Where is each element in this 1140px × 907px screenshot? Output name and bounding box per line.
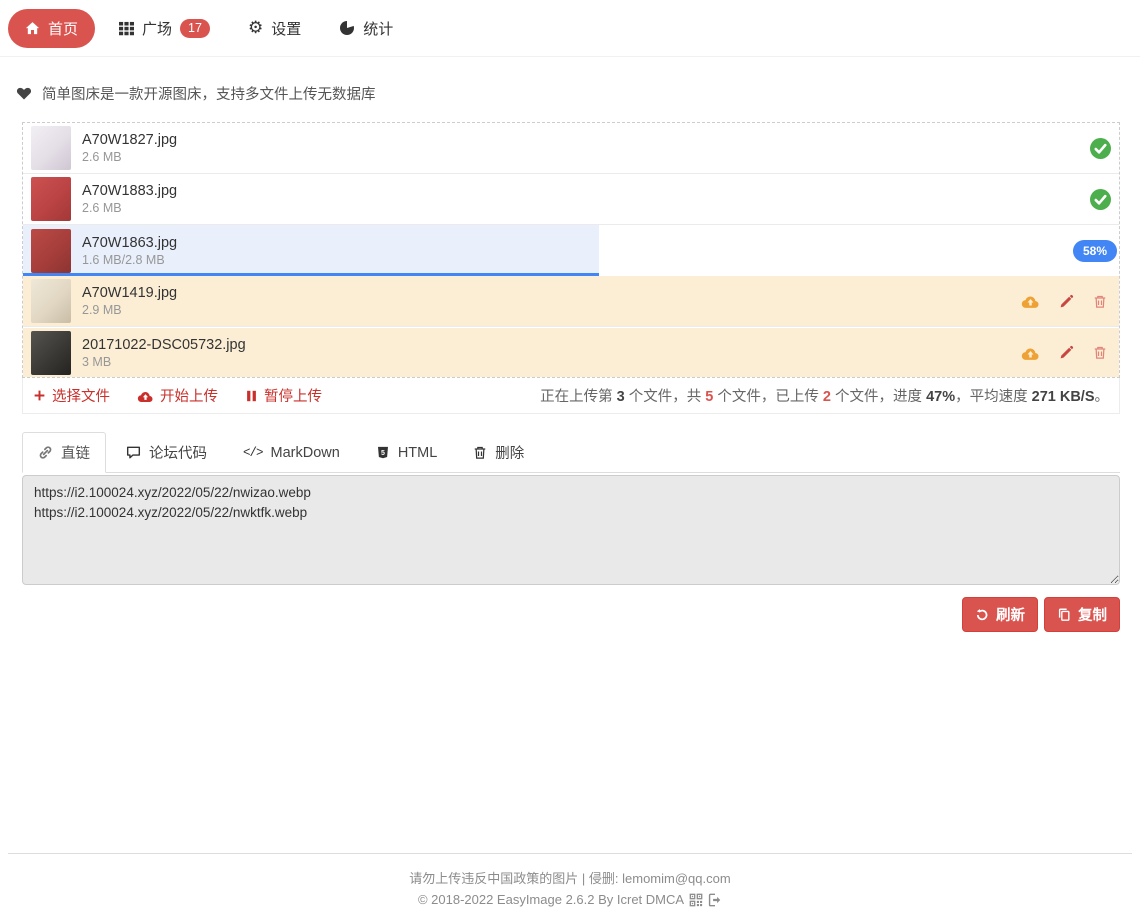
top-nav: 首页 广场 17 ⚙ 设置 统计 (0, 0, 1140, 57)
home-icon (25, 21, 40, 36)
html5-icon: 5 (376, 445, 390, 460)
footer-copyright: © 2018-2022 EasyImage 2.6.2 By Icret DMC… (418, 892, 684, 907)
output-actions: 刷新 复制 (0, 597, 1120, 632)
file-name: A70W1827.jpg (82, 132, 177, 148)
file-size: 3 MB (82, 356, 246, 369)
plus-icon (33, 389, 46, 402)
nav-item-gallery[interactable]: 广场 17 (105, 9, 224, 48)
uploaded-files-number: 2 (823, 389, 831, 405)
pie-chart-icon (339, 20, 355, 36)
tab-direct-link[interactable]: 直链 (22, 432, 106, 473)
check-circle-icon (1090, 138, 1111, 159)
nav-item-label: 广场 (142, 18, 172, 39)
footer-policy-line: 请勿上传违反中国政策的图片 | 侵删: lemomim@qq.com (8, 868, 1132, 887)
start-upload-button[interactable]: 开始上传 (137, 385, 218, 406)
comment-icon (126, 445, 141, 460)
upload-dropzone[interactable]: A70W1827.jpg 2.6 MB A70W1883.jpg 2.6 MB (22, 122, 1120, 378)
intro-line: 简单图床是一款开源图床，支持多文件上传无数据库 (16, 83, 1140, 104)
nav-item-label: 设置 (271, 18, 301, 39)
file-thumbnail (31, 229, 71, 273)
file-row-queued: A70W1419.jpg 2.9 MB (23, 276, 1119, 327)
file-size: 2.6 MB (82, 151, 177, 164)
file-name: A70W1883.jpg (82, 183, 177, 199)
qrcode-icon[interactable] (689, 893, 703, 907)
tab-delete[interactable]: 删除 (457, 432, 540, 473)
nav-item-settings[interactable]: ⚙ 设置 (234, 9, 315, 48)
cloud-upload-icon[interactable] (1021, 293, 1040, 309)
progress-percent-badge: 58% (1073, 240, 1117, 262)
file-row: A70W1827.jpg 2.6 MB (23, 123, 1119, 174)
grid-icon (119, 21, 134, 36)
copy-icon (1057, 607, 1071, 622)
heart-icon (16, 86, 32, 101)
file-thumbnail (31, 331, 71, 375)
sign-out-icon[interactable] (708, 893, 722, 907)
file-size: 2.6 MB (82, 202, 177, 215)
file-thumbnail (31, 177, 71, 221)
file-row-uploading: A70W1863.jpg 1.6 MB/2.8 MB 58% (23, 225, 1119, 276)
edit-pencil-icon[interactable] (1059, 345, 1074, 360)
average-speed: 271 KB/S (1032, 389, 1095, 405)
code-icon: </> (243, 446, 263, 460)
file-size: 2.9 MB (82, 304, 177, 317)
trash-icon[interactable] (1093, 294, 1107, 309)
trash-icon (473, 445, 487, 460)
copy-button[interactable]: 复制 (1044, 597, 1120, 632)
pause-upload-button[interactable]: 暂停上传 (245, 385, 322, 406)
select-files-button[interactable]: 选择文件 (33, 385, 110, 406)
svg-text:5: 5 (381, 450, 385, 457)
cloud-upload-icon[interactable] (1021, 345, 1040, 361)
page-footer: 请勿上传违反中国政策的图片 | 侵删: lemomim@qq.com © 201… (8, 853, 1132, 907)
tab-forum-code[interactable]: 论坛代码 (110, 432, 223, 473)
file-size: 1.6 MB/2.8 MB (82, 254, 177, 267)
links-output-textarea[interactable]: https://i2.100024.xyz/2022/05/22/nwizao.… (22, 475, 1120, 585)
output-tabs: 直链 论坛代码 </> MarkDown 5 HTML 删除 (22, 432, 1120, 473)
current-file-number: 3 (617, 389, 625, 405)
upload-panel: A70W1827.jpg 2.6 MB A70W1883.jpg 2.6 MB (22, 122, 1120, 414)
tab-html[interactable]: 5 HTML (360, 432, 453, 473)
check-circle-icon (1090, 189, 1111, 210)
link-icon (38, 445, 53, 460)
trash-icon[interactable] (1093, 345, 1107, 360)
nav-item-label: 统计 (363, 18, 393, 39)
upload-toolbar: 选择文件 开始上传 暂停上传 正在上传第 3 个文件，共 5 个文件，已上传 2… (22, 378, 1120, 414)
file-thumbnail (31, 126, 71, 170)
upload-status-text: 正在上传第 3 个文件，共 5 个文件，已上传 2 个文件，进度 47%，平均速… (540, 385, 1109, 406)
refresh-button[interactable]: 刷新 (962, 597, 1038, 632)
nav-item-label: 首页 (48, 18, 78, 39)
gallery-count-badge: 17 (180, 19, 210, 38)
gears-icon: ⚙ (248, 20, 263, 36)
file-thumbnail (31, 279, 71, 323)
overall-progress-percent: 47% (926, 389, 955, 405)
edit-pencil-icon[interactable] (1059, 294, 1074, 309)
nav-item-stats[interactable]: 统计 (325, 9, 407, 48)
pause-icon (245, 389, 258, 403)
file-name: 20171022-DSC05732.jpg (82, 337, 246, 353)
nav-item-home[interactable]: 首页 (8, 9, 95, 48)
file-row: A70W1883.jpg 2.6 MB (23, 174, 1119, 225)
file-name: A70W1863.jpg (82, 235, 177, 251)
progress-bar (23, 273, 599, 276)
refresh-icon (975, 608, 989, 622)
file-row-queued: 20171022-DSC05732.jpg 3 MB (23, 327, 1119, 377)
file-name: A70W1419.jpg (82, 285, 177, 301)
cloud-upload-icon (137, 389, 154, 403)
tab-markdown[interactable]: </> MarkDown (227, 432, 356, 473)
intro-text: 简单图床是一款开源图床，支持多文件上传无数据库 (42, 83, 376, 104)
